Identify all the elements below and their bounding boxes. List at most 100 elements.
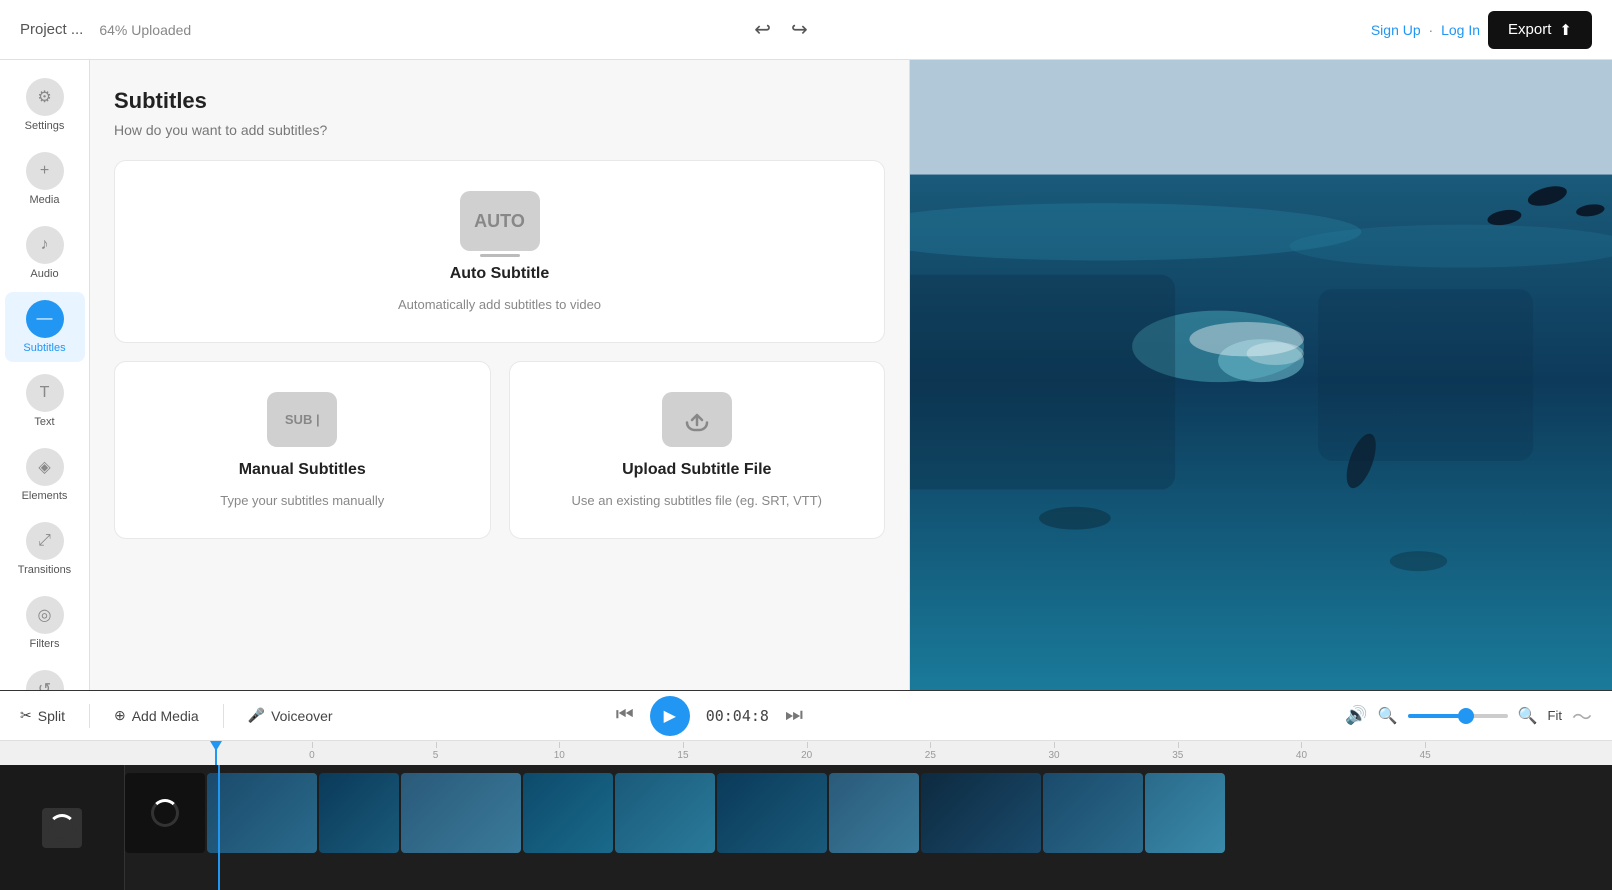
upload-subtitle-card[interactable]: Upload Subtitle File Use an existing sub… — [509, 361, 886, 539]
volume-icon: 🔊 — [1345, 705, 1367, 726]
playhead-triangle — [210, 741, 222, 751]
sidebar-item-transitions[interactable]: ⤢ Transitions — [5, 514, 85, 584]
subtitles-panel: Subtitles How do you want to add subtitl… — [90, 60, 910, 690]
split-button[interactable]: ✂ Split — [20, 707, 65, 724]
topbar-right: Sign Up · Log In Export ⬆ — [1371, 11, 1592, 49]
sidebar-label-settings: Settings — [25, 120, 65, 132]
panel-subtitle: How do you want to add subtitles? — [114, 122, 885, 138]
track-clip-11[interactable] — [1145, 773, 1225, 853]
sign-up-link[interactable]: Sign Up — [1371, 22, 1421, 38]
track-clip-5[interactable] — [523, 773, 613, 853]
manual-subtitle-desc: Type your subtitles manually — [220, 493, 384, 508]
add-media-icon: ⊕ — [114, 707, 126, 724]
track-thumbnail — [42, 808, 82, 848]
export-label: Export — [1508, 21, 1551, 38]
track-clip-2[interactable] — [207, 773, 317, 853]
sidebar-item-subtitles[interactable]: — Subtitles — [5, 292, 85, 362]
fit-button[interactable]: Fit — [1548, 708, 1562, 723]
sidebar-label-media: Media — [30, 194, 60, 206]
sidebar-item-filters[interactable]: ◎ Filters — [5, 588, 85, 658]
sidebar-label-elements: Elements — [22, 490, 68, 502]
ruler-mark-45: 45 — [1363, 750, 1487, 761]
auto-subtitle-icon: AUTO — [460, 191, 540, 251]
ruler-mark-5: 5 — [374, 750, 498, 761]
upload-subtitle-desc: Use an existing subtitles file (eg. SRT,… — [572, 493, 822, 508]
ruler-mark-30: 30 — [992, 750, 1116, 761]
project-name: Project ... — [20, 21, 83, 38]
add-media-button[interactable]: ⊕ Add Media — [114, 707, 199, 724]
upload-subtitle-icon — [662, 392, 732, 447]
sidebar-item-elements[interactable]: ◈ Elements — [5, 440, 85, 510]
voiceover-icon: 🎤 — [248, 707, 265, 724]
auto-subtitle-desc: Automatically add subtitles to video — [398, 297, 601, 312]
split-icon: ✂ — [20, 707, 32, 724]
main-area: ⚙ Settings + Media ♪ Audio — Subtitles T… — [0, 60, 1612, 690]
redo-button[interactable]: ↪ — [785, 11, 814, 48]
zoom-slider[interactable] — [1408, 714, 1508, 718]
track-playhead — [218, 765, 220, 890]
topbar: Project ... 64% Uploaded ↩ ↪ Sign Up · L… — [0, 0, 1612, 60]
track-clip-9[interactable] — [921, 773, 1041, 853]
timeline-toolbar: ✂ Split ⊕ Add Media 🎤 Voiceover ⏮ ▶ 00:0… — [0, 691, 1612, 741]
manual-subtitle-card[interactable]: SUB | Manual Subtitles Type your subtitl… — [114, 361, 491, 539]
sidebar-item-text[interactable]: T Text — [5, 366, 85, 436]
track-clip-10[interactable] — [1043, 773, 1143, 853]
play-button[interactable]: ▶ — [650, 696, 690, 736]
playback-controls: ⏮ ▶ 00:04:8 ⏭ — [616, 696, 803, 736]
track-clip-6[interactable] — [615, 773, 715, 853]
voiceover-button[interactable]: 🎤 Voiceover — [248, 707, 333, 724]
fast-forward-button[interactable]: ⏭ — [785, 704, 803, 727]
manual-subtitle-title: Manual Subtitles — [239, 461, 366, 479]
auth-separator: · — [1429, 22, 1434, 38]
upload-status: 64% Uploaded — [99, 22, 191, 38]
rewind-button[interactable]: ⏮ — [616, 704, 634, 727]
voiceover-label: Voiceover — [271, 708, 332, 724]
track-label — [0, 765, 125, 890]
sidebar-label-text: Text — [34, 416, 54, 428]
cards-row: SUB | Manual Subtitles Type your subtitl… — [114, 361, 885, 539]
ruler-mark-20: 20 — [745, 750, 869, 761]
sidebar-item-audio[interactable]: ♪ Audio — [5, 218, 85, 288]
time-display: 00:04:8 — [706, 707, 769, 725]
timeline-ruler: 0 5 10 15 20 25 30 35 40 45 — [0, 741, 1612, 765]
timeline-area: ✂ Split ⊕ Add Media 🎤 Voiceover ⏮ ▶ 00:0… — [0, 690, 1612, 890]
upload-subtitle-title: Upload Subtitle File — [622, 461, 771, 479]
ruler-mark-0: 0 — [250, 750, 374, 761]
ruler-container: 0 5 10 15 20 25 30 35 40 45 — [0, 741, 1612, 890]
preview-video — [910, 60, 1612, 690]
sidebar-item-extra[interactable]: ↺ — [5, 662, 85, 690]
export-button[interactable]: Export ⬆ — [1488, 11, 1592, 49]
text-icon: T — [26, 374, 64, 412]
log-in-link[interactable]: Log In — [1441, 22, 1480, 38]
waveform-icon: 〜 — [1572, 701, 1592, 730]
auto-subtitle-card[interactable]: AUTO Auto Subtitle Automatically add sub… — [114, 160, 885, 343]
track-clip-4[interactable] — [401, 773, 521, 853]
ruler-marks: 0 5 10 15 20 25 30 35 40 45 — [125, 750, 1612, 761]
sidebar-item-settings[interactable]: ⚙ Settings — [5, 70, 85, 140]
sidebar-label-audio: Audio — [30, 268, 58, 280]
zoom-out-icon: 🔍 — [1378, 706, 1398, 726]
ruler-mark-35: 35 — [1116, 750, 1240, 761]
right-controls: 🔊 🔍 🔍 Fit 〜 — [1345, 701, 1592, 730]
timeline-content: 0 5 10 15 20 25 30 35 40 45 — [0, 741, 1612, 890]
auto-subtitle-title: Auto Subtitle — [450, 265, 550, 283]
elements-icon: ◈ — [26, 448, 64, 486]
ruler-mark-40: 40 — [1240, 750, 1364, 761]
loading-spinner — [48, 814, 76, 842]
audio-icon: ♪ — [26, 226, 64, 264]
preview-area — [910, 60, 1612, 690]
track-clip-8[interactable] — [829, 773, 919, 853]
undo-button[interactable]: ↩ — [748, 11, 777, 48]
track-clip-3[interactable] — [319, 773, 399, 853]
timeline-tracks — [0, 765, 1612, 890]
track-content[interactable] — [125, 765, 1612, 890]
preview-frame — [910, 60, 1612, 690]
split-label: Split — [38, 708, 65, 724]
sidebar-item-media[interactable]: + Media — [5, 144, 85, 214]
add-media-label: Add Media — [132, 708, 199, 724]
extra-icon: ↺ — [26, 670, 64, 690]
manual-subtitle-icon: SUB | — [267, 392, 337, 447]
track-clip-7[interactable] — [717, 773, 827, 853]
subtitles-icon: — — [26, 300, 64, 338]
ruler-mark-10: 10 — [497, 750, 621, 761]
